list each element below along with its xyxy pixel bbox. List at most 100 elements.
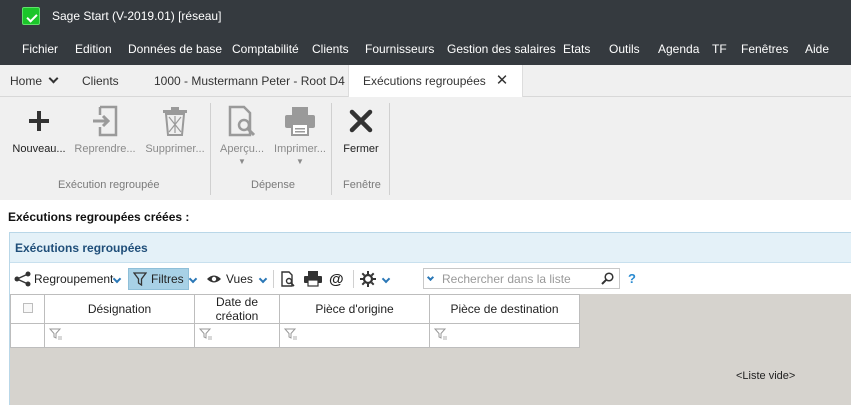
delete-button-label: Supprimer... bbox=[145, 143, 205, 155]
close-icon[interactable]: ✕ bbox=[496, 65, 509, 97]
ribbon-separator bbox=[210, 103, 211, 195]
printer-icon bbox=[272, 103, 328, 139]
filters-label: Filtres bbox=[151, 272, 184, 286]
funnel-icon bbox=[133, 272, 147, 286]
chevron-down-icon: ▼ bbox=[296, 157, 304, 166]
print-button[interactable]: Imprimer... ▼ bbox=[272, 103, 328, 166]
select-all-cell[interactable] bbox=[10, 294, 45, 324]
menu-outils[interactable]: Outils bbox=[609, 42, 640, 56]
chevron-down-icon[interactable] bbox=[48, 73, 59, 84]
search-input[interactable] bbox=[442, 270, 597, 287]
filter-funnel-icon bbox=[433, 328, 447, 340]
close-button[interactable]: Fermer bbox=[336, 103, 386, 155]
filter-funnel-icon bbox=[48, 328, 62, 340]
new-button[interactable]: Nouveau... bbox=[8, 103, 70, 155]
column-header-creation-date[interactable]: Date de création bbox=[194, 294, 280, 324]
list-print-button[interactable] bbox=[304, 268, 322, 290]
menu-clients[interactable]: Clients bbox=[312, 42, 349, 56]
list-table: Désignation Date de création Pièce d'ori… bbox=[10, 294, 580, 348]
filter-cell-origin-doc[interactable] bbox=[279, 323, 430, 348]
section-title: Exécutions regroupées créées : bbox=[8, 210, 190, 224]
menu-tf[interactable]: TF bbox=[712, 42, 727, 56]
views-button[interactable]: Vues bbox=[206, 268, 253, 290]
menu-agenda[interactable]: Agenda bbox=[658, 42, 699, 56]
list-preview-button[interactable] bbox=[280, 268, 296, 290]
chevron-down-icon[interactable] bbox=[381, 274, 391, 284]
tab-clients[interactable]: Clients bbox=[82, 65, 119, 97]
chevron-down-icon[interactable] bbox=[258, 274, 268, 284]
filter-cell-destination-doc[interactable] bbox=[429, 323, 580, 348]
close-button-label: Fermer bbox=[343, 143, 379, 155]
settings-button[interactable] bbox=[360, 268, 376, 290]
panel-title: Exécutions regroupées bbox=[15, 241, 148, 255]
hierarchy-icon bbox=[14, 271, 31, 287]
print-preview-icon bbox=[281, 271, 295, 287]
ribbon-separator bbox=[389, 103, 390, 195]
resume-button-label: Reprendre... bbox=[74, 143, 136, 155]
close-x-icon bbox=[336, 103, 386, 139]
group-label-output: Dépense bbox=[251, 179, 296, 191]
filter-cell bbox=[10, 323, 45, 348]
tab-executions-regroupees[interactable]: Exécutions regroupées ✕ bbox=[348, 65, 524, 98]
filter-funnel-icon bbox=[198, 328, 212, 340]
toolbar-separator bbox=[273, 270, 274, 288]
resume-button[interactable]: Reprendre... bbox=[72, 103, 138, 155]
ribbon-separator bbox=[331, 103, 332, 195]
menu-comptabilite[interactable]: Comptabilité bbox=[232, 42, 299, 56]
filter-cell-designation[interactable] bbox=[44, 323, 195, 348]
column-header-designation[interactable]: Désignation bbox=[44, 294, 195, 324]
group-label-window: Fenêtre bbox=[343, 179, 381, 191]
preview-button-label: Aperçu... bbox=[219, 143, 265, 155]
checkbox[interactable] bbox=[22, 303, 33, 313]
group-label-exec: Exécution regroupée bbox=[58, 179, 160, 191]
filter-row bbox=[10, 323, 580, 348]
menu-bar: Fichier Edition Données de base Comptabi… bbox=[0, 34, 851, 65]
grouping-button[interactable]: Regroupement bbox=[14, 268, 113, 290]
menu-donnees-de-base[interactable]: Données de base bbox=[128, 42, 222, 56]
filter-cell-creation-date[interactable] bbox=[194, 323, 280, 348]
menu-gestion-des-salaires[interactable]: Gestion des salaires bbox=[447, 42, 556, 56]
column-header-origin-doc[interactable]: Pièce d'origine bbox=[279, 294, 430, 324]
eye-icon bbox=[207, 275, 221, 283]
tab-active-label: Exécutions regroupées bbox=[363, 74, 486, 88]
empty-list-text: <Liste vide> bbox=[736, 370, 796, 382]
menu-fournisseurs[interactable]: Fournisseurs bbox=[365, 42, 434, 56]
title-bar: Sage Start (V-2019.01) [réseau] bbox=[0, 0, 851, 34]
main-content: Exécutions regroupées créées : Exécution… bbox=[0, 200, 851, 405]
menu-fenetres[interactable]: Fenêtres bbox=[741, 42, 788, 56]
views-label: Vues bbox=[226, 272, 253, 286]
grouped-executions-panel: Exécutions regroupées Regroupement Filtr… bbox=[9, 232, 851, 405]
menu-edition[interactable]: Edition bbox=[75, 42, 112, 56]
tab-home-label: Home bbox=[10, 74, 43, 88]
print-preview-icon bbox=[214, 103, 270, 139]
column-header-destination-doc[interactable]: Pièce de destination bbox=[429, 294, 580, 324]
tab-home[interactable]: Home bbox=[10, 65, 59, 97]
chevron-down-icon[interactable] bbox=[426, 273, 435, 282]
chevron-down-icon[interactable] bbox=[112, 274, 122, 284]
search-icon[interactable] bbox=[601, 272, 614, 285]
tab-bar: Home Clients 1000 - Mustermann Peter - R… bbox=[0, 65, 851, 98]
delete-button[interactable]: Supprimer... bbox=[142, 103, 208, 155]
chevron-down-icon[interactable] bbox=[188, 274, 198, 284]
gear-icon bbox=[360, 271, 376, 287]
menu-aide[interactable]: Aide bbox=[805, 42, 829, 56]
filters-button[interactable]: Filtres bbox=[128, 268, 189, 290]
window-title: Sage Start (V-2019.01) [réseau] bbox=[52, 9, 222, 23]
chevron-down-icon: ▼ bbox=[238, 157, 246, 166]
grouping-label: Regroupement bbox=[34, 272, 114, 286]
list-toolbar: Regroupement Filtres Vues @ Rechercher d… bbox=[10, 264, 851, 294]
sage-logo-icon bbox=[22, 7, 40, 25]
menu-etats[interactable]: Etats bbox=[563, 42, 590, 56]
preview-button[interactable]: Aperçu... ▼ bbox=[214, 103, 270, 166]
email-icon[interactable]: @ bbox=[329, 268, 344, 290]
import-document-icon bbox=[72, 103, 138, 139]
search-box[interactable] bbox=[423, 268, 620, 289]
print-button-label: Imprimer... bbox=[274, 143, 326, 155]
toolbar-separator bbox=[353, 270, 354, 288]
panel-header: Exécutions regroupées bbox=[10, 233, 851, 263]
menu-fichier[interactable]: Fichier bbox=[22, 42, 58, 56]
list-grid: Désignation Date de création Pièce d'ori… bbox=[10, 294, 851, 405]
help-icon[interactable]: ? bbox=[628, 271, 636, 286]
table-header-row: Désignation Date de création Pièce d'ori… bbox=[10, 294, 580, 324]
tab-record[interactable]: 1000 - Mustermann Peter - Root D4 * bbox=[154, 65, 353, 97]
